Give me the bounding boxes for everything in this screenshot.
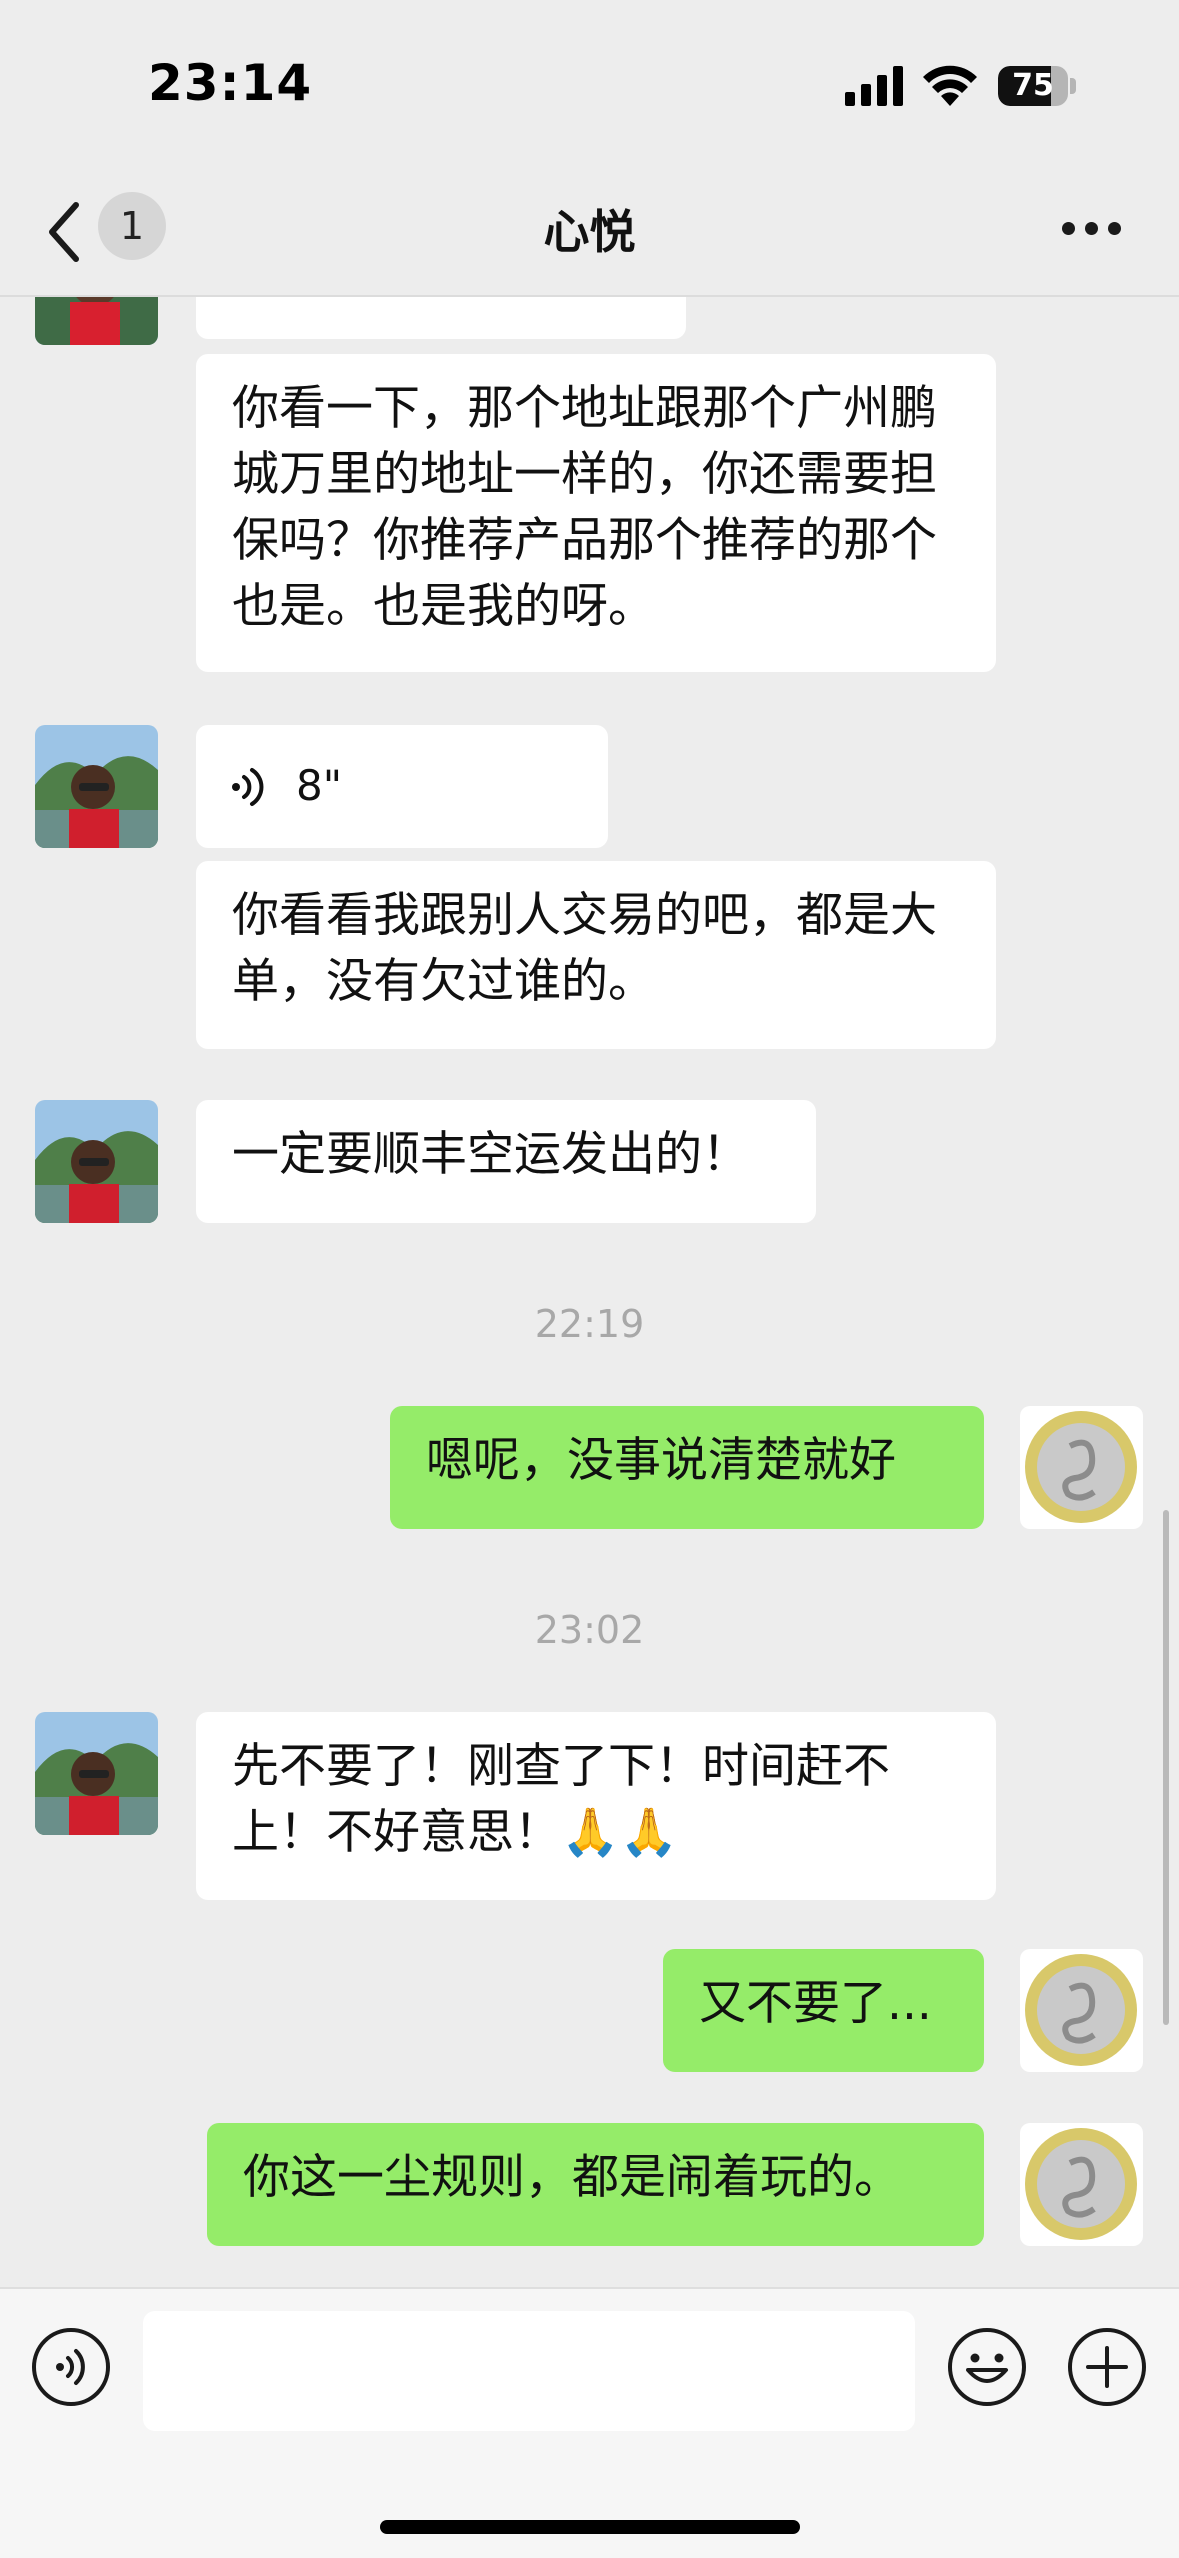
message-input[interactable]: [143, 2311, 915, 2431]
contact-avatar[interactable]: [35, 297, 158, 345]
status-time: 23:14: [148, 54, 313, 112]
scrollbar[interactable]: [1163, 1510, 1169, 2025]
message-list[interactable]: 你看一下，那个地址跟那个广州鹏城万里的地址一样的，你还需要担保吗？你推荐产品那个…: [0, 297, 1179, 2287]
wifi-icon: [923, 65, 977, 106]
message-bubble-partial: [196, 297, 686, 339]
message-bubble[interactable]: 一定要顺丰空运发出的！: [196, 1100, 816, 1223]
timestamp-divider: 22:19: [534, 1302, 645, 1346]
message-bubble[interactable]: 你看一下，那个地址跟那个广州鹏城万里的地址一样的，你还需要担保吗？你推荐产品那个…: [196, 354, 996, 672]
user-avatar[interactable]: [1020, 2123, 1143, 2246]
timestamp-divider: 23:02: [534, 1608, 645, 1652]
user-avatar[interactable]: [1020, 1949, 1143, 2072]
plus-icon[interactable]: [1066, 2326, 1148, 2408]
voice-wave-icon: [232, 768, 264, 806]
message-bubble[interactable]: 你看看我跟别人交易的吧，都是大单，没有欠过谁的。: [196, 861, 996, 1049]
message-bubble-outgoing[interactable]: 嗯呢，没事说清楚就好: [390, 1406, 984, 1529]
cellular-signal-icon: [845, 66, 903, 106]
user-avatar[interactable]: [1020, 1406, 1143, 1529]
battery-icon: 75: [998, 66, 1076, 106]
voice-input-icon[interactable]: [30, 2326, 112, 2408]
contact-avatar[interactable]: [35, 1100, 158, 1223]
status-bar: 23:14 75: [0, 0, 1179, 175]
page-title: 心悦: [543, 205, 636, 259]
voice-duration: 8": [296, 761, 343, 810]
voice-message-bubble[interactable]: 8": [196, 725, 608, 848]
contact-avatar[interactable]: [35, 725, 158, 848]
contact-avatar[interactable]: [35, 1712, 158, 1835]
message-bubble-outgoing[interactable]: 又不要了...: [663, 1949, 984, 2072]
message-bubble-outgoing[interactable]: 你这一尘规则，都是闹着玩的。: [207, 2123, 984, 2246]
home-indicator[interactable]: [380, 2520, 800, 2534]
message-bubble[interactable]: 先不要了！刚查了下！时间赶不上！不好意思！🙏🙏: [196, 1712, 996, 1900]
input-bar: [0, 2287, 1179, 2558]
battery-level: 75: [1012, 68, 1054, 103]
emoji-icon[interactable]: [946, 2326, 1028, 2408]
ellipsis-icon[interactable]: [1062, 222, 1122, 236]
